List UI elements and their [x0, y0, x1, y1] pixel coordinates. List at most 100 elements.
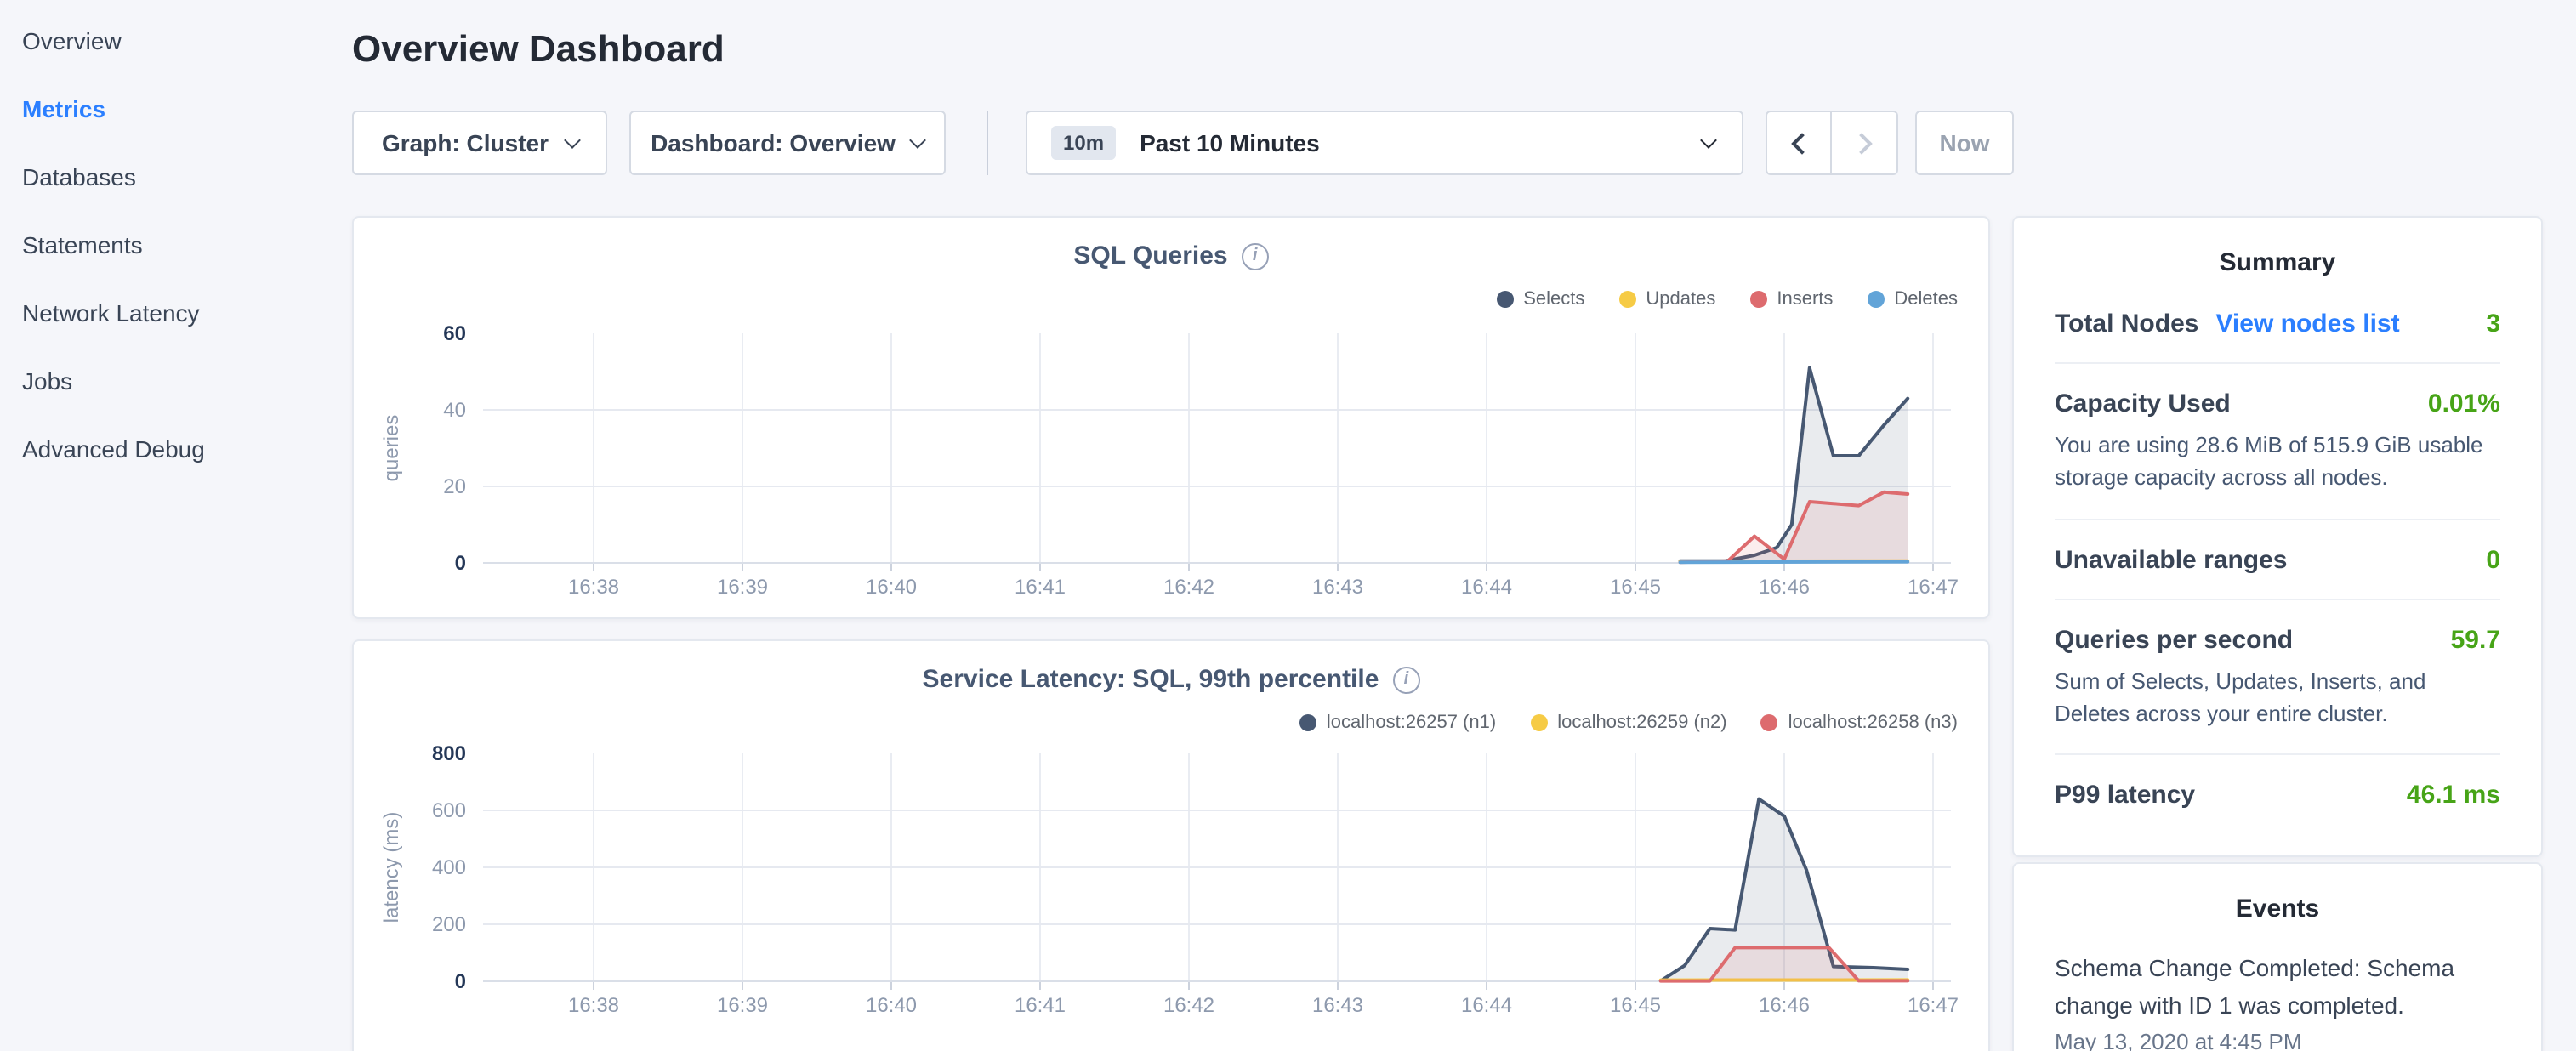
chart-header: SQL Queries i	[354, 218, 1988, 270]
y-tick-label: 40	[443, 399, 466, 422]
legend-label: Updates	[1646, 289, 1715, 310]
summary-panel: Summary Total Nodes View nodes list 3 Ca…	[2012, 216, 2543, 857]
service-latency-chart: 16:3816:3916:4016:4116:4216:4316:4416:45…	[354, 736, 1992, 1051]
legend-dot-icon	[1530, 714, 1547, 731]
x-tick-label: 16:43	[1312, 994, 1363, 1017]
x-tick-label: 16:46	[1759, 994, 1810, 1017]
y-tick-label: 60	[443, 322, 466, 345]
summary-row-value: 3	[2486, 310, 2500, 338]
y-tick-label: 20	[443, 475, 466, 498]
sidebar-item-advanced-debug[interactable]: Advanced Debug	[0, 415, 340, 483]
x-tick-label: 16:42	[1163, 576, 1214, 599]
event-timestamp: May 13, 2020 at 4:45 PM	[2055, 1030, 2500, 1051]
y-tick-label: 0	[455, 970, 466, 993]
x-tick-label: 16:38	[568, 994, 619, 1017]
x-tick-label: 16:44	[1461, 994, 1512, 1017]
x-tick-label: 16:47	[1908, 576, 1959, 599]
sidebar-item-overview[interactable]: Overview	[0, 7, 340, 75]
view-nodes-list-link[interactable]: View nodes list	[2215, 310, 2399, 338]
summary-body: Total Nodes View nodes list 3 Capacity U…	[2014, 277, 2541, 834]
chevron-right-icon	[1850, 132, 1871, 153]
x-tick-label: 16:45	[1610, 994, 1661, 1017]
legend-dot-icon	[1761, 714, 1778, 731]
dashboard-dropdown[interactable]: Dashboard: Overview	[629, 111, 946, 175]
sidebar-item-jobs[interactable]: Jobs	[0, 347, 340, 415]
y-tick-label: 0	[455, 552, 466, 575]
time-next-button[interactable]	[1832, 111, 1898, 175]
toolbar-divider	[987, 111, 988, 175]
now-button[interactable]: Now	[1915, 111, 2014, 175]
chart-legend: localhost:26257 (n1) localhost:26259 (n2)…	[1299, 713, 1958, 733]
sidebar: Overview Metrics Databases Statements Ne…	[0, 0, 340, 483]
legend-item: Deletes	[1867, 289, 1958, 310]
summary-row-queries-per-second: Queries per second 59.7 Sum of Selects, …	[2055, 598, 2500, 753]
x-tick-label: 16:39	[717, 576, 768, 599]
summary-row-label: Total Nodes	[2055, 310, 2198, 338]
chart-title: SQL Queries	[1073, 241, 1227, 270]
service-latency-chart-card: Service Latency: SQL, 99th percentile i …	[352, 639, 1990, 1051]
sidebar-item-metrics[interactable]: Metrics	[0, 75, 340, 143]
sidebar-item-databases[interactable]: Databases	[0, 143, 340, 211]
x-tick-label: 16:41	[1015, 994, 1066, 1017]
x-tick-label: 16:46	[1759, 576, 1810, 599]
chart-legend: Selects Updates Inserts Deletes	[1496, 289, 1958, 310]
events-title: Events	[2014, 864, 2541, 923]
summary-row-label: Queries per second	[2055, 625, 2293, 654]
info-icon[interactable]: i	[1242, 242, 1269, 270]
legend-label: localhost:26259 (n2)	[1557, 713, 1726, 733]
time-nav-group	[1766, 111, 1898, 175]
summary-row-label: P99 latency	[2055, 781, 2195, 810]
sql-queries-chart-card: SQL Queries i Selects Updates Inserts Delet…	[352, 216, 1990, 619]
legend-dot-icon	[1299, 714, 1316, 731]
legend-item: localhost:26257 (n1)	[1299, 713, 1496, 733]
x-tick-label: 16:47	[1908, 994, 1959, 1017]
sql-queries-chart: 16:3816:3916:4016:4116:4216:4316:4416:45…	[354, 313, 1992, 621]
chevron-left-icon	[1791, 132, 1812, 153]
summary-row-label: Capacity Used	[2055, 389, 2231, 418]
legend-label: Selects	[1523, 289, 1584, 310]
event-message[interactable]: Schema Change Completed: Schema change w…	[2055, 951, 2500, 1025]
graph-dropdown[interactable]: Graph: Cluster	[352, 111, 607, 175]
summary-row-unavailable-ranges: Unavailable ranges 0	[2055, 518, 2500, 598]
time-range-selector[interactable]: 10m Past 10 Minutes	[1026, 111, 1743, 175]
summary-row-description: Sum of Selects, Updates, Inserts, and De…	[2055, 666, 2500, 730]
y-axis-label: latency (ms)	[380, 812, 403, 923]
summary-title: Summary	[2014, 218, 2541, 277]
x-tick-label: 16:43	[1312, 576, 1363, 599]
x-tick-label: 16:40	[866, 576, 917, 599]
legend-item: Selects	[1496, 289, 1584, 310]
sidebar-item-statements[interactable]: Statements	[0, 211, 340, 279]
graph-dropdown-label: Graph: Cluster	[382, 129, 549, 156]
legend-label: localhost:26257 (n1)	[1327, 713, 1496, 733]
y-axis-label: queries	[380, 415, 403, 482]
time-range-badge: 10m	[1051, 126, 1116, 160]
legend-item: Inserts	[1749, 289, 1833, 310]
summary-row-label: Unavailable ranges	[2055, 545, 2287, 574]
summary-row-total-nodes: Total Nodes View nodes list 3	[2055, 284, 2500, 362]
y-tick-label: 400	[432, 856, 466, 879]
legend-dot-icon	[1496, 291, 1513, 308]
legend-label: localhost:26258 (n3)	[1788, 713, 1958, 733]
chart-title: Service Latency: SQL, 99th percentile	[923, 665, 1379, 694]
chevron-down-icon	[910, 131, 927, 148]
x-tick-label: 16:41	[1015, 576, 1066, 599]
x-tick-label: 16:38	[568, 576, 619, 599]
summary-row-capacity-used: Capacity Used 0.01% You are using 28.6 M…	[2055, 362, 2500, 518]
summary-row-value: 0	[2486, 545, 2500, 574]
legend-label: Deletes	[1894, 289, 1958, 310]
toolbar: Graph: Cluster Dashboard: Overview 10m P…	[352, 111, 2014, 175]
y-tick-label: 600	[432, 799, 466, 822]
info-icon[interactable]: i	[1392, 666, 1419, 693]
sidebar-item-network-latency[interactable]: Network Latency	[0, 279, 340, 347]
time-range-label: Past 10 Minutes	[1140, 129, 1320, 156]
legend-dot-icon	[1867, 291, 1884, 308]
legend-item: Updates	[1618, 289, 1715, 310]
chart-header: Service Latency: SQL, 99th percentile i	[354, 641, 1988, 694]
y-tick-label: 200	[432, 913, 466, 936]
x-tick-label: 16:42	[1163, 994, 1214, 1017]
summary-row-value: 59.7	[2451, 625, 2500, 654]
legend-dot-icon	[1618, 291, 1635, 308]
x-tick-label: 16:44	[1461, 576, 1512, 599]
time-prev-button[interactable]	[1766, 111, 1832, 175]
summary-row-p99-latency: P99 latency 46.1 ms	[2055, 754, 2500, 834]
